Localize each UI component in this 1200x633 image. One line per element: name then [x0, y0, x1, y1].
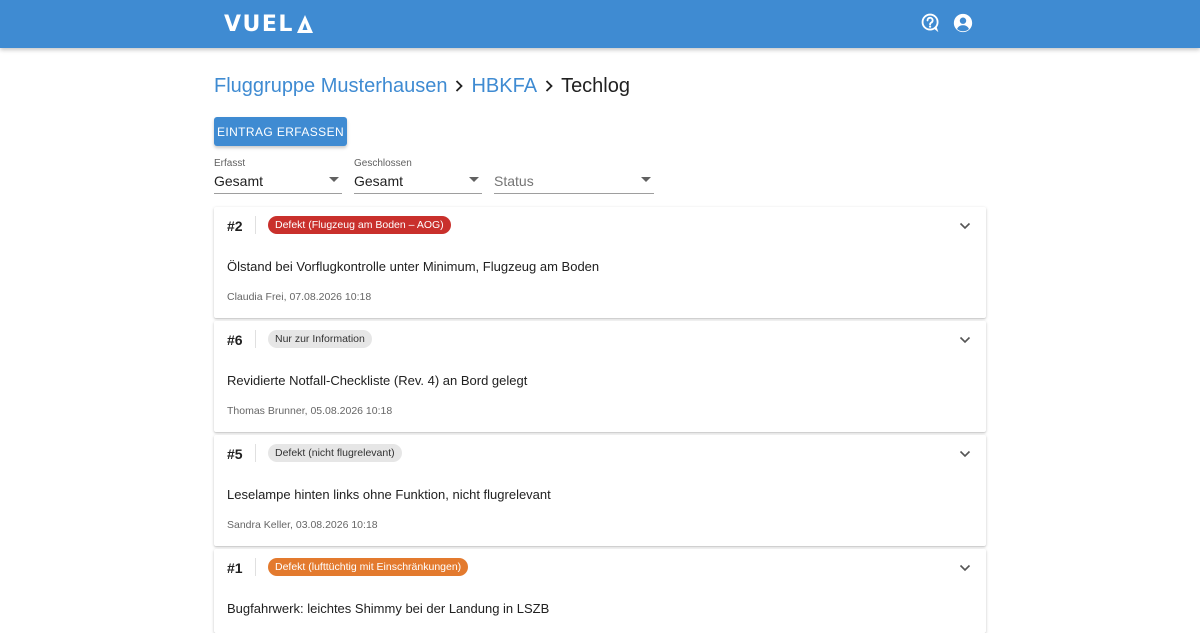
status-badge: Defekt (nicht flugrelevant): [268, 444, 402, 462]
dropdown-arrow-icon: [329, 177, 339, 182]
divider: [255, 558, 256, 576]
app-bar: VUEL: [0, 0, 1200, 48]
divider: [255, 444, 256, 462]
add-entry-button[interactable]: Eintrag erfassen: [214, 117, 347, 146]
divider: [255, 330, 256, 348]
help-circle-icon[interactable]: [920, 12, 942, 34]
techlog-entry-card[interactable]: #6 Nur zur Information Revidierte Notfal…: [214, 321, 986, 432]
entry-author-date: Claudia Frei, 07.08.2026 10:18: [227, 291, 372, 303]
page-title: Techlog: [561, 74, 630, 97]
divider: [255, 216, 256, 234]
vuela-logo[interactable]: VUEL: [224, 11, 314, 37]
entry-number: #5: [227, 446, 243, 462]
status-badge: Defekt (Flugzeug am Boden – AOG): [268, 216, 451, 234]
status-filter-placeholder: Status: [494, 173, 534, 189]
breadcrumb-aircraft-link[interactable]: HBKFA: [471, 75, 537, 98]
breadcrumb: Fluggruppe Musterhausen HBKFA Techlog: [214, 72, 630, 100]
techlog-entry-card[interactable]: #1 Defekt (lufttüchtig mit Einschränkung…: [214, 549, 986, 633]
recorded-filter-label: Erfasst: [214, 158, 246, 169]
entry-title: Leselampe hinten links ohne Funktion, ni…: [227, 487, 551, 502]
account-circle-icon[interactable]: [952, 12, 974, 34]
closed-filter-select[interactable]: Geschlossen Gesamt: [354, 158, 482, 194]
dropdown-arrow-icon: [469, 177, 479, 182]
status-badge: Nur zur Information: [268, 330, 372, 348]
entry-author-date: Sandra Keller, 03.08.2026 10:18: [227, 519, 378, 531]
chevron-right-icon: [545, 80, 553, 92]
entry-author-date: Thomas Brunner, 05.08.2026 10:18: [227, 405, 393, 417]
closed-filter-label: Geschlossen: [354, 158, 412, 169]
chevron-down-icon[interactable]: [958, 333, 972, 347]
techlog-entry-card[interactable]: #5 Defekt (nicht flugrelevant) Leselampe…: [214, 435, 986, 546]
entry-title: Bugfahrwerk: leichtes Shimmy bei der Lan…: [227, 601, 550, 616]
entry-number: #2: [227, 218, 243, 234]
status-badge: Defekt (lufttüchtig mit Einschränkungen): [268, 558, 469, 576]
recorded-filter-select[interactable]: Erfasst Gesamt: [214, 158, 342, 194]
entry-number: #1: [227, 560, 243, 576]
entry-title: Ölstand bei Vorflugkontrolle unter Minim…: [227, 259, 600, 274]
closed-filter-value: Gesamt: [354, 173, 404, 189]
recorded-filter-value: Gesamt: [214, 173, 264, 189]
breadcrumb-group-link[interactable]: Fluggruppe Musterhausen: [214, 75, 447, 98]
logo-triangle-a-mark: [296, 15, 313, 33]
entry-number: #6: [227, 332, 243, 348]
techlog-entry-card[interactable]: #2 Defekt (Flugzeug am Boden – AOG) Ölst…: [214, 207, 986, 318]
logo-text: VUEL: [224, 11, 294, 37]
chevron-down-icon[interactable]: [958, 219, 972, 233]
status-filter-select[interactable]: Status: [494, 158, 654, 194]
chevron-down-icon[interactable]: [958, 447, 972, 461]
entry-title: Revidierte Notfall-Checkliste (Rev. 4) a…: [227, 373, 528, 388]
dropdown-arrow-icon: [641, 177, 651, 182]
chevron-down-icon[interactable]: [958, 561, 972, 575]
chevron-right-icon: [456, 80, 464, 92]
